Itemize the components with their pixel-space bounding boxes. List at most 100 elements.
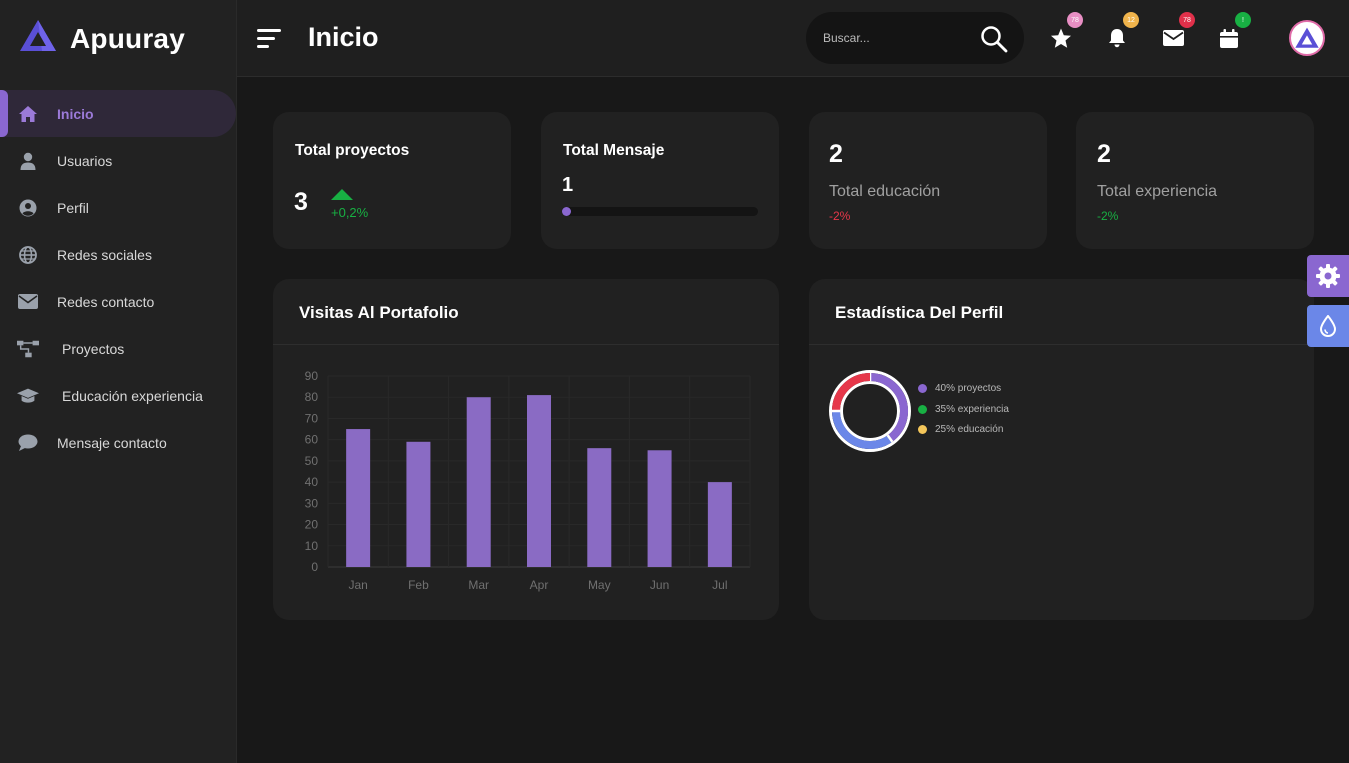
search-icon[interactable] [980,25,1008,53]
sidebar-item-mensaje-contacto[interactable]: Mensaje contacto [0,419,236,466]
logo-icon [18,18,58,59]
comment-icon [17,432,39,454]
menu-icon[interactable] [257,27,281,49]
gear-icon [1316,264,1340,288]
graduation-cap-icon [17,385,39,407]
x-tick-label: Mar [468,578,489,592]
stat-title: Total Mensaje [563,142,665,159]
legend-dot [918,384,927,393]
settings-button[interactable] [1307,255,1349,297]
star-badge: 78 [1067,12,1083,28]
panel-title: Estadística Del Perfil [835,303,1004,322]
bell-badge: 12 [1123,12,1139,28]
sidebar-item-label: Proyectos [62,340,125,357]
y-tick-label: 10 [305,539,319,553]
stat-card-proyectos: Total proyectos 3 +0,2% [273,112,511,249]
sidebar-item-redes-sociales[interactable]: Redes sociales [0,231,236,278]
stat-value: 3 [294,188,308,216]
y-tick-label: 50 [305,454,319,468]
y-tick-label: 30 [305,496,319,510]
messages-button[interactable]: 78 [1161,12,1195,50]
home-icon [17,103,39,125]
stat-card-experiencia: 2 Total experiencia -2% [1076,112,1314,249]
visits-panel: Visitas Al Portafolio 0 10 20 30 40 50 60 70 80 9… [273,279,779,620]
avatar[interactable] [1289,20,1325,56]
bar-feb[interactable] [406,441,431,567]
stat-value: 2 [829,140,843,168]
x-tick-label: Jun [650,578,669,592]
sidebar-item-perfil[interactable]: Perfil [0,184,236,231]
bar-jul[interactable] [707,482,732,567]
legend-label: 25% educación [935,424,1004,435]
sidebar-item-label: Redes contacto [57,293,155,310]
search-box [806,12,1024,64]
message-progress-fill [562,207,571,216]
x-tick-label: May [588,578,611,592]
search-input[interactable] [823,29,973,47]
theme-color-button[interactable] [1307,305,1349,347]
brand-title: Apuuray [70,22,185,54]
legend-label: 40% proyectos [935,383,1002,394]
x-tick-label: Jan [348,578,367,592]
stat-card-mensaje: Total Mensaje 1 [541,112,779,249]
bar-jan[interactable] [346,429,371,567]
stat-value: 2 [1097,140,1111,168]
legend-item[interactable]: 35% experiencia [918,404,1009,415]
y-tick-label: 40 [305,475,319,489]
legend-item[interactable]: 40% proyectos [918,383,1001,394]
sidebar-item-label: Mensaje contacto [57,434,167,451]
sidebar-nav: Inicio Usuarios Perfil Redes sociales Re… [0,90,236,466]
profile-donut-chart [829,370,911,452]
visits-bar-chart: 0 10 20 30 40 50 60 70 80 90 Jan Feb Mar Apr May Jun Jul [305,369,751,592]
mail-icon [1162,30,1184,46]
x-tick-label: Apr [530,578,549,592]
y-tick-label: 80 [305,390,319,404]
stat-label: Total educación [829,183,941,200]
stat-change: -2% [1097,209,1119,223]
user-circle-icon [17,197,39,219]
legend-dot [918,404,927,414]
sidebar: Apuuray Inicio Usuarios Perfil Redes soc… [0,0,237,763]
message-progress-track [562,207,758,216]
sidebar-item-inicio[interactable]: Inicio [0,90,236,137]
globe-icon [17,244,39,266]
stat-value: 1 [562,174,574,196]
calendar-button[interactable]: ! [1217,12,1251,50]
sidebar-item-redes-contacto[interactable]: Redes contacto [0,278,236,325]
sidebar-item-label: Perfil [57,199,89,216]
top-header: Inicio 78 12 78 ! [237,0,1349,77]
sitemap-icon [17,338,39,360]
x-tick-label: Jul [712,578,727,592]
star-icon [1051,28,1071,48]
envelope-icon [17,291,39,313]
bar-mar[interactable] [466,397,491,567]
profile-stats-panel: Estadística Del Perfil 40% proyectos 35% … [809,279,1314,620]
bar-jun[interactable] [647,450,672,567]
bar-may[interactable] [587,448,612,567]
mail-badge: 78 [1179,12,1195,28]
y-tick-label: 60 [305,433,319,447]
caret-up-icon [331,187,353,205]
star-button[interactable]: 78 [1049,12,1083,50]
user-icon [17,150,39,172]
sidebar-item-label: Usuarios [57,152,113,169]
brand[interactable]: Apuuray [0,0,236,77]
sidebar-item-proyectos[interactable]: Proyectos [0,325,236,372]
stat-change: -2% [829,209,851,223]
sidebar-item-usuarios[interactable]: Usuarios [0,137,236,184]
sidebar-item-educacion-experiencia[interactable]: Educación experiencia [0,372,236,419]
y-tick-label: 90 [305,369,319,383]
bar-apr[interactable] [527,395,551,567]
calendar-icon [1220,28,1238,48]
sidebar-item-label: Inicio [57,105,94,122]
legend-item[interactable]: 25% educación [918,424,1003,435]
notifications-button[interactable]: 12 [1105,12,1139,50]
y-tick-label: 0 [311,560,318,574]
page-title: Inicio [308,22,379,52]
stat-title: Total proyectos [295,142,410,159]
donut-inner-ring [840,381,900,441]
stat-change: +0,2% [331,205,369,220]
sidebar-item-label: Educación experiencia [62,387,203,404]
panel-divider [809,344,1314,345]
stat-card-educacion: 2 Total educación -2% [809,112,1047,249]
